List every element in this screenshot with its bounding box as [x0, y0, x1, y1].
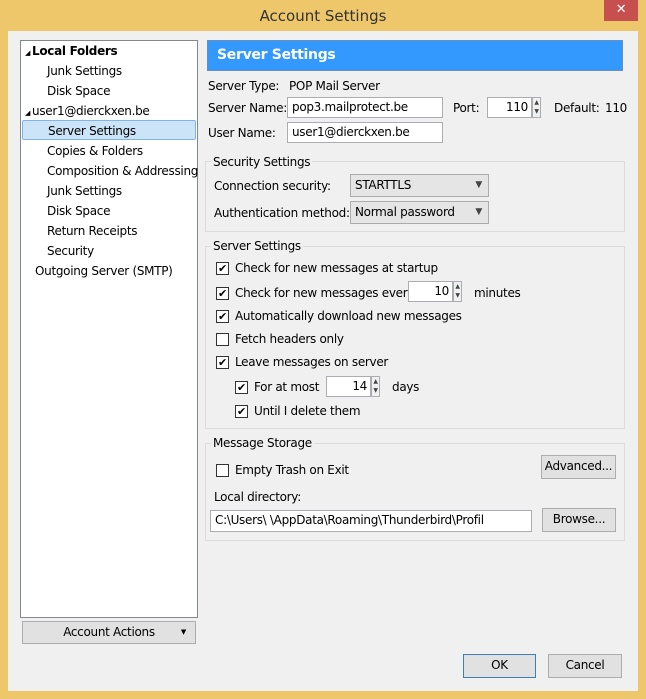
- chevron-down-icon: ▼: [475, 207, 482, 217]
- startup-checkbox[interactable]: ✔: [216, 262, 229, 275]
- tree-item-label: Return Receipts: [47, 224, 138, 238]
- leave-messages-checkbox[interactable]: ✔: [216, 356, 229, 369]
- auto-download-checkbox[interactable]: ✔: [216, 310, 229, 323]
- dropdown-arrow-icon: ▼: [180, 628, 186, 636]
- check-every-label: Check for new messages every: [235, 286, 415, 300]
- check-every-checkbox[interactable]: ✔: [216, 287, 229, 300]
- window-title: Account Settings: [259, 7, 387, 25]
- until-delete-label: Until I delete them: [254, 404, 361, 418]
- for-at-most-checkbox[interactable]: ✔: [235, 381, 248, 394]
- startup-label: Check for new messages at startup: [235, 261, 438, 275]
- leave-messages-label: Leave messages on server: [235, 355, 389, 369]
- expand-arrow-icon[interactable]: ◢: [25, 109, 32, 117]
- tree-item[interactable]: Junk Settings: [47, 181, 122, 201]
- tree-item-label: Copies & Folders: [47, 144, 143, 158]
- tree-item[interactable]: Server Settings: [22, 120, 196, 140]
- server-settings-title: Server Settings: [211, 239, 303, 253]
- tree-item-label: Disk Space: [47, 84, 111, 98]
- tree-item[interactable]: Junk Settings: [47, 61, 122, 81]
- account-actions-label: Account Actions: [63, 625, 155, 639]
- auth-method-label: Authentication method:: [214, 206, 350, 220]
- check-interval-input[interactable]: 10: [408, 281, 453, 302]
- browse-button[interactable]: Browse...: [542, 508, 616, 532]
- empty-trash-label: Empty Trash on Exit: [235, 463, 349, 477]
- minutes-label: minutes: [474, 286, 521, 300]
- fetch-headers-label: Fetch headers only: [235, 332, 344, 346]
- auth-method-select[interactable]: Normal password ▼: [350, 201, 489, 224]
- days-input[interactable]: 14: [326, 376, 371, 397]
- empty-trash-checkbox[interactable]: [216, 464, 229, 477]
- advanced-button[interactable]: Advanced...: [541, 455, 616, 479]
- until-delete-checkbox[interactable]: ✔: [235, 405, 248, 418]
- ok-button[interactable]: OK: [463, 654, 536, 678]
- for-at-most-label: For at most: [254, 380, 320, 394]
- tree-item-label: Local Folders: [32, 44, 118, 58]
- tree-item[interactable]: Return Receipts: [47, 221, 138, 241]
- port-input[interactable]: 110: [487, 97, 532, 118]
- cancel-button[interactable]: Cancel: [548, 654, 622, 678]
- tree-item[interactable]: Security: [47, 241, 94, 261]
- auto-download-label: Automatically download new messages: [235, 309, 462, 323]
- tree-item-label: Disk Space: [47, 204, 111, 218]
- chevron-down-icon: ▼: [475, 180, 482, 190]
- tree-item[interactable]: Composition & Addressing: [47, 161, 198, 181]
- tree-item[interactable]: Disk Space: [47, 81, 110, 101]
- auth-method-value: Normal password: [355, 205, 455, 219]
- tree-item-label: Security: [47, 244, 94, 258]
- port-spinner[interactable]: ▲ ▼: [532, 97, 541, 118]
- user-name-label: User Name:: [208, 126, 276, 140]
- tree-item-label: Junk Settings: [47, 64, 122, 78]
- connection-security-select[interactable]: STARTTLS ▼: [350, 174, 489, 197]
- page-header: Server Settings: [207, 40, 623, 71]
- connection-security-value: STARTTLS: [355, 178, 412, 192]
- server-name-label: Server Name:: [208, 101, 288, 115]
- port-label: Port:: [453, 101, 480, 115]
- fetch-headers-checkbox[interactable]: [216, 333, 229, 346]
- tree-item[interactable]: Copies & Folders: [47, 141, 143, 161]
- check-interval-spinner[interactable]: ▲ ▼: [453, 281, 462, 302]
- tree-item-label: user1@dierckxen.be: [32, 104, 150, 118]
- local-directory-input[interactable]: C:\Users\ \AppData\Roaming\Thunderbird\P…: [210, 510, 532, 532]
- tree-item[interactable]: ◢ user1@dierckxen.be: [25, 101, 150, 121]
- connection-security-label: Connection security:: [214, 179, 331, 193]
- tree-item[interactable]: Outgoing Server (SMTP): [35, 261, 173, 281]
- default-port-label: Default:: [554, 101, 600, 115]
- account-actions-button[interactable]: Account Actions ▼: [22, 621, 196, 644]
- user-name-input[interactable]: user1@dierckxen.be: [287, 122, 443, 143]
- local-directory-label: Local directory:: [214, 490, 301, 504]
- tree-item-label: Outgoing Server (SMTP): [35, 264, 173, 278]
- server-type-label: Server Type:: [208, 79, 280, 93]
- account-tree[interactable]: ◢ Local Folders Junk Settings Disk Space ◢ …: [20, 40, 198, 618]
- security-settings-title: Security Settings: [211, 155, 313, 169]
- tree-item-label: Server Settings: [48, 124, 136, 138]
- expand-arrow-icon[interactable]: ◢: [25, 49, 32, 57]
- tree-item[interactable]: ◢ Local Folders: [25, 41, 118, 61]
- server-type-value: POP Mail Server: [289, 79, 380, 93]
- tree-item[interactable]: Disk Space: [47, 201, 110, 221]
- tree-item-label: Composition & Addressing: [47, 164, 199, 178]
- message-storage-title: Message Storage: [211, 436, 314, 450]
- server-name-input[interactable]: pop3.mailprotect.be: [287, 97, 443, 118]
- close-icon[interactable]: ✕: [604, 0, 638, 21]
- days-label: days: [392, 380, 420, 394]
- default-port-value: 110: [605, 101, 628, 115]
- tree-item-label: Junk Settings: [47, 184, 122, 198]
- days-spinner[interactable]: ▲ ▼: [371, 376, 380, 397]
